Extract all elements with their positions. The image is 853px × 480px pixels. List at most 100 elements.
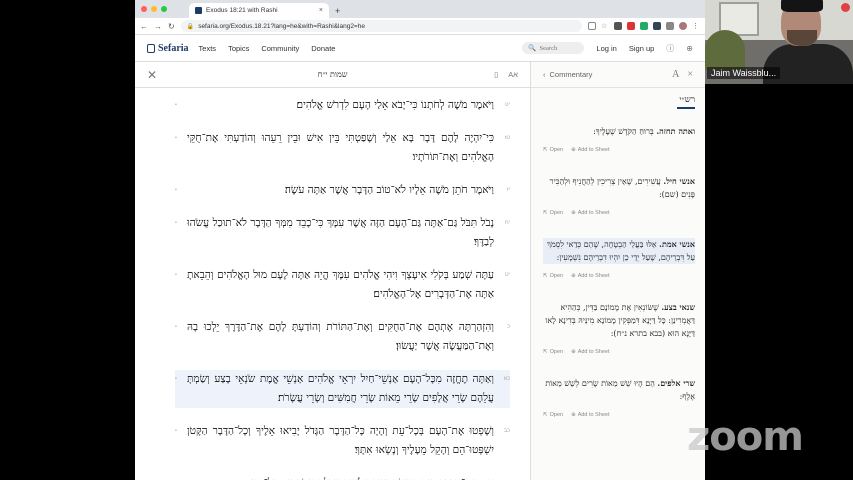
window-controls	[141, 6, 167, 12]
dibur-hamatchil: שנאי בצע.	[661, 302, 695, 312]
verse-number: טז	[504, 135, 510, 141]
open-button[interactable]: ⇱ Open	[543, 147, 563, 153]
reader-layout: ✕ שמות י״ח ▯ Aא • וַיֹּאמֶר מֹשֶׁה לְחֹתְ…	[135, 62, 705, 480]
commentary-item[interactable]: שנאי בצע. שֶׁשּׂוֹנְאִין אֶת מָמוֹנָם בַ…	[543, 301, 695, 355]
plus-circle-icon: ⊕	[571, 210, 576, 216]
commentary-tools: A ×	[672, 69, 693, 80]
verse-number: כג	[494, 474, 510, 480]
open-icon: ⇱	[543, 147, 548, 153]
verse-text: וְאַתָּה תֶחֱזֶה מִכָּל־הָעָם אַנְשֵׁי־ח…	[187, 373, 494, 404]
dibur-hamatchil: אנשי אמת.	[659, 239, 695, 249]
verse-row[interactable]: • וְהִזְהַרְתָּה אֶתְהֶם אֶת־הַחֻקִּים וְ…	[175, 318, 510, 356]
commentary-actions: ⇱ Open ⊕ Add to Sheet	[543, 412, 695, 418]
tab-bar: Exodus 18:21 with Rashi × +	[135, 0, 705, 18]
commentary-item[interactable]: שרי אלפים. הֵם הָיוּ שֵׁשׁ מֵאוֹת שָׂרִי…	[543, 377, 695, 418]
header-right: 🔍 Search Log in Sign up ⓘ ⊕	[522, 42, 693, 54]
commentary-text: שנאי בצע. שֶׁשּׂוֹנְאִין אֶת מָמוֹנָם בַ…	[543, 301, 695, 340]
signup-link[interactable]: Sign up	[629, 44, 654, 53]
login-link[interactable]: Log in	[596, 44, 616, 53]
add-to-sheet-button[interactable]: ⊕ Add to Sheet	[571, 349, 609, 355]
dibur-hamatchil: אנשי חיל.	[663, 176, 695, 186]
extension-dark-icon[interactable]	[653, 22, 661, 30]
verse-marker: •	[175, 324, 177, 330]
verse-row[interactable]: •אִם אֶת־הַדָּבָר הַזֶּה תַּעֲשֶׂה וְצִו…	[175, 474, 510, 480]
text-panel-header: ✕ שמות י״ח ▯ Aא	[135, 62, 530, 88]
add-to-sheet-label: Add to Sheet	[577, 273, 610, 279]
commentary-back-label[interactable]: Commentary	[550, 70, 593, 79]
verse-row[interactable]: • נָבֹל תִּבֹּל גַּם־אַתָּה גַּם־הָעָם הַ…	[175, 214, 510, 252]
chapter-title[interactable]: שמות י״ח	[135, 70, 530, 79]
verse-number: יח	[505, 220, 510, 226]
verse-marker: •	[175, 187, 177, 193]
open-button[interactable]: ⇱ Open	[543, 273, 563, 279]
share-icon[interactable]	[588, 22, 596, 30]
minimize-window-button[interactable]	[151, 6, 157, 12]
site-header: Sefaria Texts Topics Community Donate 🔍 …	[135, 35, 705, 62]
nav-texts[interactable]: Texts	[199, 44, 217, 53]
add-to-sheet-button[interactable]: ⊕ Add to Sheet	[571, 210, 609, 216]
add-to-sheet-button[interactable]: ⊕ Add to Sheet	[571, 273, 609, 279]
commentary-text: ואתה תחזה. בְּרוּחַ הַקֹּדֶשׁ שֶׁעָלֶיךָ…	[543, 125, 695, 138]
back-arrow-icon[interactable]: ←	[140, 22, 148, 31]
globe-icon[interactable]: ⊕	[686, 44, 693, 53]
verse-row[interactable]: • כִּי־יִהְיֶה לָהֶם דָּבָר בָּא אֵלַי וְ…	[175, 129, 510, 167]
extension-icon[interactable]	[614, 22, 622, 30]
nav-topics[interactable]: Topics	[228, 44, 249, 53]
commentary-close-icon[interactable]: ×	[687, 69, 693, 80]
zoom-watermark: zoom	[687, 414, 804, 460]
commentary-font-button[interactable]: A	[672, 69, 679, 80]
new-tab-button[interactable]: +	[335, 6, 340, 16]
forward-arrow-icon[interactable]: →	[154, 22, 162, 31]
nav-community[interactable]: Community	[261, 44, 299, 53]
verse-marker: •	[175, 272, 177, 278]
verse-row[interactable]: • וְשָׁפְטוּ אֶת־הָעָם בְּכָל־עֵת וְהָיָה…	[175, 422, 510, 460]
tab-close-icon[interactable]: ×	[319, 7, 323, 14]
verse-number: יז	[506, 187, 510, 193]
commentary-item[interactable]: ואתה תחזה. בְּרוּחַ הַקֹּדֶשׁ שֶׁעָלֶיךָ…	[543, 125, 695, 153]
dibur-hamatchil: ואתה תחזה.	[656, 126, 695, 136]
video-plant	[705, 30, 745, 70]
search-input[interactable]: 🔍 Search	[522, 42, 585, 54]
commentary-item[interactable]: אנשי חיל. עֲשִׁירִים, שֶׁאֵין צְרִיכִין …	[543, 175, 695, 216]
open-icon: ⇱	[543, 349, 548, 355]
add-to-sheet-button[interactable]: ⊕ Add to Sheet	[571, 147, 609, 153]
help-icon[interactable]: ⓘ	[666, 43, 674, 54]
chevron-left-icon[interactable]: ‹	[543, 70, 546, 79]
extension-green-icon[interactable]	[640, 22, 648, 30]
verse-text: וְשָׁפְטוּ אֶת־הָעָם בְּכָל־עֵת וְהָיָה …	[187, 425, 494, 456]
add-to-sheet-label: Add to Sheet	[577, 349, 610, 355]
open-button[interactable]: ⇱ Open	[543, 412, 563, 418]
open-label: Open	[549, 349, 564, 355]
nav-donate[interactable]: Donate	[311, 44, 335, 53]
commentary-header: ‹ Commentary A ×	[531, 62, 705, 88]
commentary-body-text: בְּרוּחַ הַקֹּדֶשׁ שֶׁעָלֶיךָ:	[593, 127, 654, 136]
profile-avatar[interactable]	[679, 22, 687, 30]
verse-row[interactable]: • וַיֹּאמֶר מֹשֶׁה לְחֹתְנוֹ כִּי־יָבֹא א…	[175, 96, 510, 115]
reload-icon[interactable]: ↻	[168, 22, 175, 31]
open-button[interactable]: ⇱ Open	[543, 349, 563, 355]
verse-row[interactable]: • וַיֹּאמֶר חֹתֵן מֹשֶׁה אֵלָיו לֹא־טוֹב …	[175, 181, 510, 200]
rashi-tab[interactable]: רש״י	[677, 94, 695, 109]
commentary-text: אנשי אמת. אֵלּוּ בַּעֲלֵי הַבְטָחָה, שֶׁ…	[543, 238, 695, 264]
open-icon: ⇱	[543, 412, 548, 418]
add-to-sheet-button[interactable]: ⊕ Add to Sheet	[571, 412, 609, 418]
puzzle-icon[interactable]	[666, 22, 674, 30]
verse-text: עַתָּה שְׁמַע בְּקֹלִי אִיעָצְךָ וִיהִי …	[187, 269, 494, 300]
video-person-beard	[787, 30, 817, 46]
open-button[interactable]: ⇱ Open	[543, 210, 563, 216]
star-icon[interactable]: ☆	[601, 22, 609, 30]
maximize-window-button[interactable]	[161, 6, 167, 12]
menu-kebab-icon[interactable]: ⋮	[692, 22, 700, 30]
verse-text: אִם אֶת־הַדָּבָר הַזֶּה תַּעֲשֶׂה וְצִוְ…	[187, 474, 494, 480]
close-window-button[interactable]	[141, 6, 147, 12]
verse-row[interactable]: • עַתָּה שְׁמַע בְּקֹלִי אִיעָצְךָ וִיהִי…	[175, 266, 510, 304]
verse-row[interactable]: • וְאַתָּה תֶחֱזֶה מִכָּל־הָעָם אַנְשֵׁי־…	[175, 370, 510, 408]
commentary-actions: ⇱ Open ⊕ Add to Sheet	[543, 147, 695, 153]
verse-marker: •	[175, 428, 177, 434]
commentary-item[interactable]: אנשי אמת. אֵלּוּ בַּעֲלֵי הַבְטָחָה, שֶׁ…	[543, 238, 695, 279]
extension-red-icon[interactable]	[627, 22, 635, 30]
browser-tab[interactable]: Exodus 18:21 with Rashi ×	[189, 3, 329, 18]
sefaria-logo[interactable]: Sefaria	[147, 43, 189, 54]
address-bar[interactable]: 🔒 sefaria.org/Exodus.18.21?lang=he&with=…	[180, 20, 582, 32]
url-text: sefaria.org/Exodus.18.21?lang=he&with=Ra…	[198, 22, 365, 30]
